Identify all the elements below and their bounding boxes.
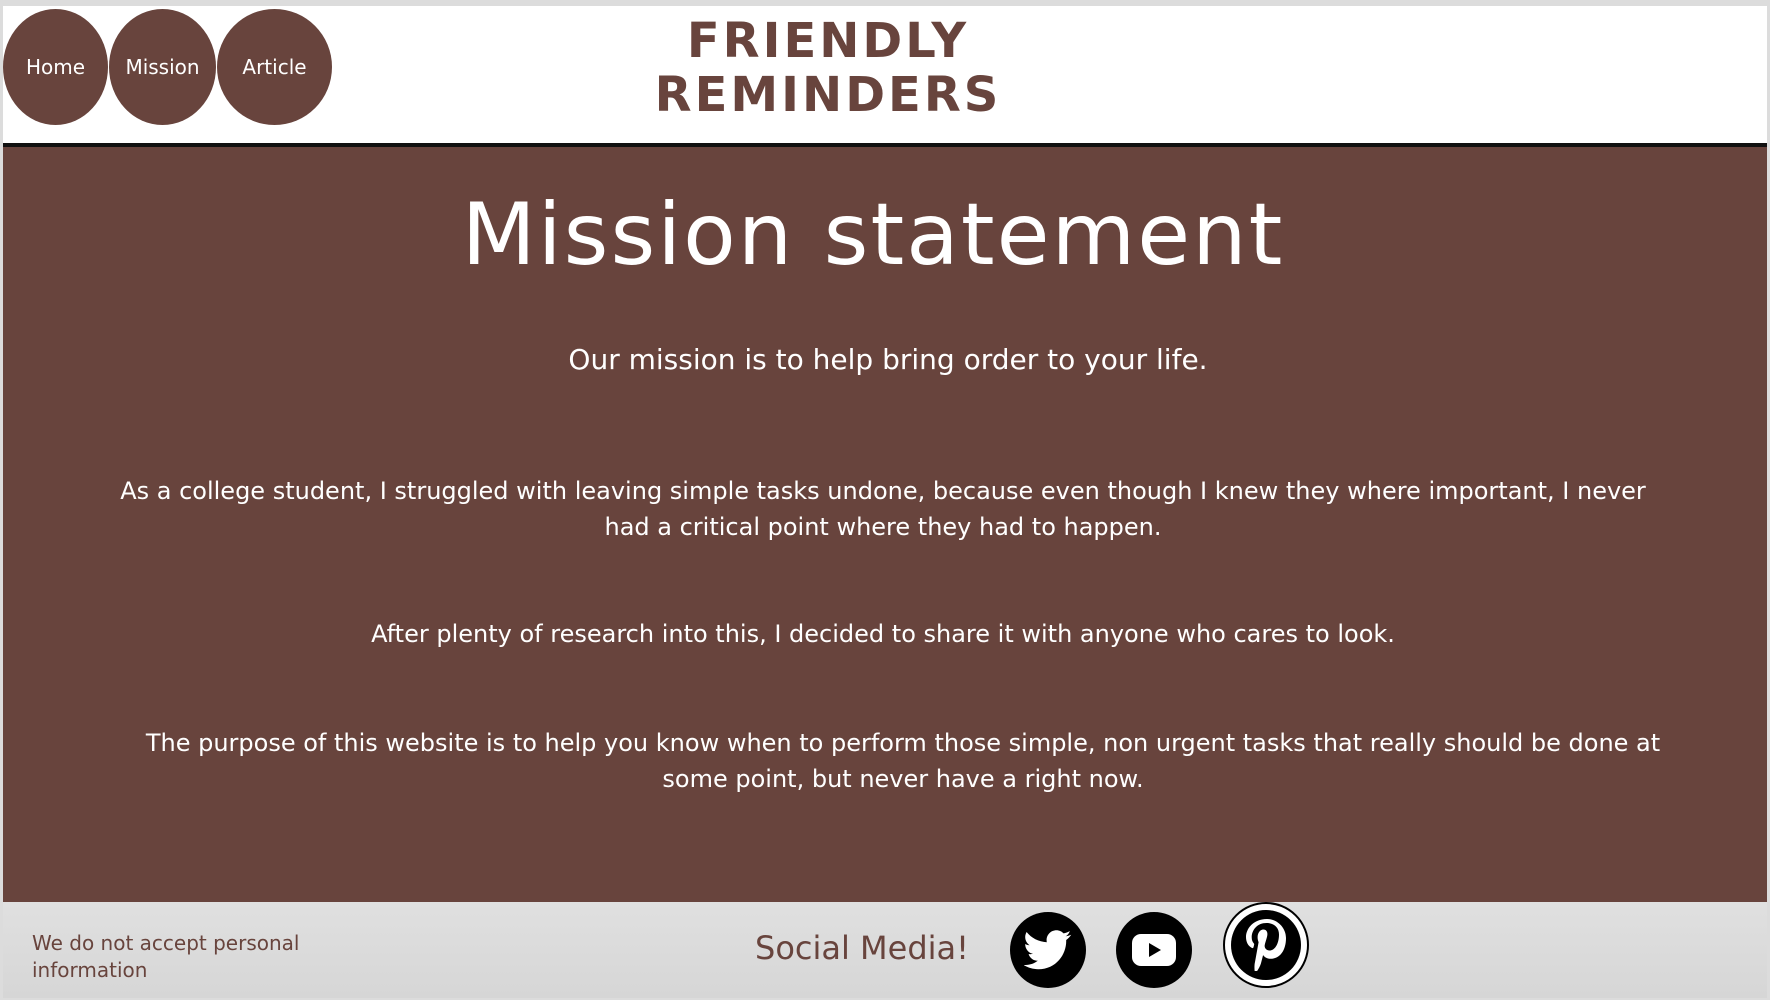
youtube-link[interactable] [1116, 912, 1192, 988]
mission-heading: Mission statement [461, 185, 1285, 285]
site-header: Home Mission Article FRIENDLY REMINDERS [3, 6, 1767, 143]
nav-mission-button[interactable]: Mission [109, 9, 216, 125]
privacy-notice: We do not accept personal information [32, 931, 300, 982]
site-title: FRIENDLY REMINDERS [583, 14, 1073, 122]
mission-section: Mission statement Our mission is to help… [3, 147, 1767, 902]
mission-paragraph-2: After plenty of research into this, I de… [371, 620, 1395, 648]
nav-home-label: Home [25, 55, 86, 79]
nav-article-button[interactable]: Article [217, 9, 332, 125]
page: Home Mission Article FRIENDLY REMINDERS … [0, 0, 1770, 1000]
youtube-icon [1132, 934, 1176, 966]
pinterest-link[interactable] [1223, 902, 1309, 988]
pinterest-icon-circle [1231, 910, 1301, 980]
nav-mission-label: Mission [125, 55, 200, 79]
mission-paragraph-3: The purpose of this website is to help y… [145, 729, 1661, 793]
site-title-line2: REMINDERS [654, 67, 1002, 123]
twitter-link[interactable] [1010, 912, 1086, 988]
pinterest-icon [1246, 919, 1286, 971]
twitter-icon [1024, 930, 1072, 970]
nav-article-label: Article [242, 55, 307, 79]
site-footer: We do not accept personal information So… [3, 902, 1767, 998]
mission-paragraph-1: As a college student, I struggled with l… [120, 477, 1646, 541]
mission-intro: Our mission is to help bring order to yo… [568, 343, 1208, 376]
nav-home-button[interactable]: Home [3, 9, 108, 125]
social-media-label: Social Media! [755, 929, 969, 967]
site-title-line1: FRIENDLY [686, 13, 970, 69]
